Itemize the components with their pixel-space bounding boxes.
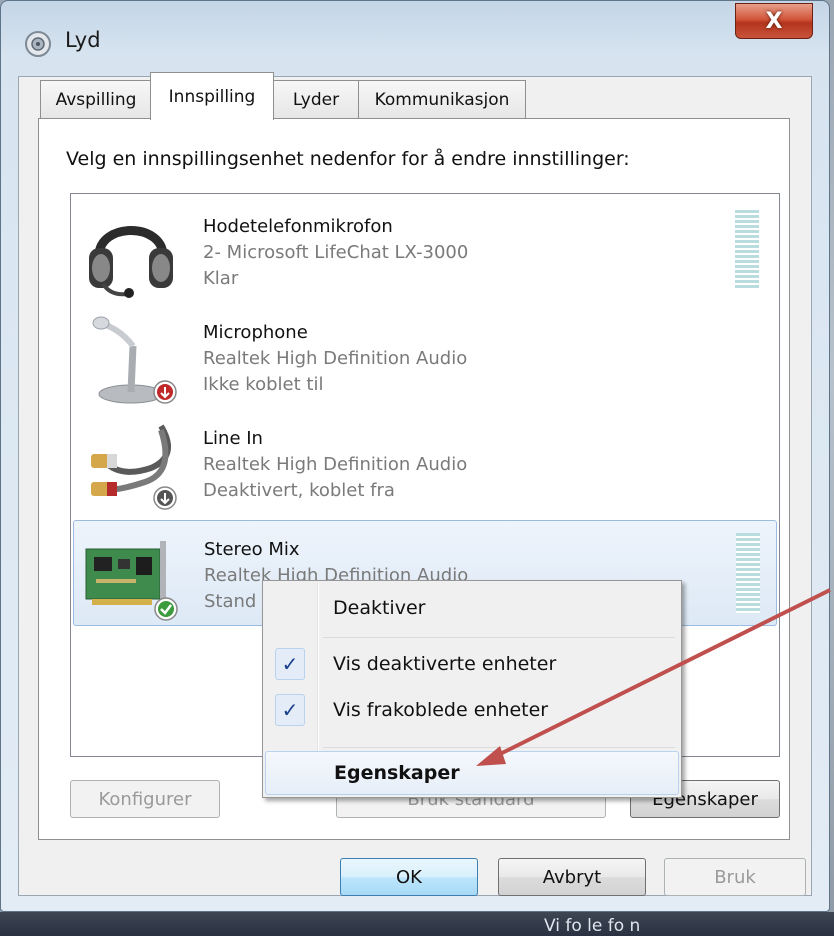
menu-item-label: Deaktiver (333, 597, 426, 619)
device-item[interactable]: Microphone Realtek High Definition Audio… (73, 304, 777, 410)
device-name: Line In (203, 428, 263, 449)
checkmark-icon: ✓ (275, 648, 305, 680)
microphone-icon (92, 316, 177, 404)
title-bar[interactable]: Lyd X (1, 1, 829, 69)
device-name: Microphone (203, 322, 308, 343)
ok-button[interactable]: OK (340, 858, 478, 896)
device-item[interactable]: Hodetelefonmikrofon 2- Microsoft LifeCha… (73, 198, 777, 304)
cancel-button[interactable]: Avbryt (498, 858, 646, 896)
headset-icon (89, 226, 173, 298)
sound-card-icon (85, 541, 178, 621)
device-name: Hodetelefonmikrofon (203, 216, 393, 237)
apply-button[interactable]: Bruk (664, 858, 806, 896)
window-title: Lyd (65, 28, 101, 52)
menu-item-show-disabled[interactable]: ✓ Vis deaktiverte enheter (265, 643, 679, 687)
background-taskbar-text: Vi fo le fo n (544, 916, 641, 936)
checkmark-icon: ✓ (275, 694, 305, 726)
menu-separator (323, 637, 675, 638)
menu-item-label: Vis deaktiverte enheter (333, 653, 557, 675)
speaker-app-icon (25, 31, 51, 57)
menu-item-label: Egenskaper (334, 762, 460, 784)
line-in-cable-icon (91, 424, 177, 510)
tab-lyder[interactable]: Lyder (272, 80, 360, 118)
instruction-text: Velg en innspillingsenhet nedenfor for å… (66, 148, 630, 170)
close-button[interactable]: X (735, 3, 813, 39)
device-name: Stereo Mix (204, 539, 300, 560)
device-status: Deaktivert, koblet fra (203, 480, 395, 501)
close-icon: X (765, 8, 783, 34)
device-status: Stand (204, 591, 257, 612)
device-driver: 2- Microsoft LifeChat LX-3000 (203, 242, 469, 263)
tab-innspilling[interactable]: Innspilling (150, 72, 274, 120)
device-item[interactable]: Line In Realtek High Definition Audio De… (73, 410, 777, 516)
level-meter (735, 210, 759, 290)
device-status: Klar (203, 268, 239, 289)
device-driver: Realtek High Definition Audio (203, 348, 468, 369)
level-meter (736, 533, 760, 613)
menu-item-show-disconnected[interactable]: ✓ Vis frakoblede enheter (265, 689, 679, 733)
menu-separator (323, 747, 675, 748)
device-driver: Realtek High Definition Audio (203, 454, 468, 475)
menu-item-deactivate[interactable]: Deaktiver (265, 587, 679, 631)
menu-item-label: Vis frakoblede enheter (333, 699, 549, 721)
configure-button[interactable]: Konfigurer (70, 780, 220, 818)
context-menu: Deaktiver ✓ Vis deaktiverte enheter ✓ Vi… (262, 580, 682, 798)
tab-avspilling[interactable]: Avspilling (40, 80, 152, 118)
tab-kommunikasjon[interactable]: Kommunikasjon (358, 80, 526, 118)
device-status: Ikke koblet til (203, 374, 324, 395)
background-taskbar (0, 912, 834, 936)
menu-item-properties[interactable]: Egenskaper (265, 751, 679, 795)
